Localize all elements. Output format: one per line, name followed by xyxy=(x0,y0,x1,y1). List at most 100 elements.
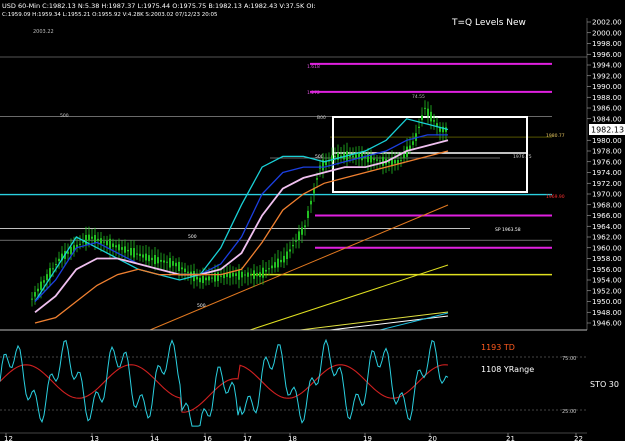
candle-body xyxy=(58,258,60,262)
candle-body xyxy=(79,243,81,245)
price-tick-label: 1986.00 xyxy=(592,104,622,113)
candle-body xyxy=(238,269,240,280)
level-label-500c: 500 xyxy=(197,303,206,309)
price-tick-label: 1956.00 xyxy=(592,265,622,274)
candle-body xyxy=(412,141,414,145)
indicator-td-label: 1193 TD xyxy=(481,343,515,352)
header-bar-line: C:1959.09 H:1959.34 L:1955.21 O:1955.92 … xyxy=(2,12,218,18)
candle-body xyxy=(271,265,273,269)
candle-body xyxy=(220,275,222,277)
candle-body xyxy=(334,155,336,157)
header-quote-line: USD 60-Min C:1982.13 N:5.38 H:1987.37 L:… xyxy=(2,2,316,10)
candle-body xyxy=(127,249,129,252)
level-label-500a: 500 xyxy=(60,113,69,119)
candle-body xyxy=(37,288,39,292)
level-label-b00: B00 xyxy=(317,115,326,121)
price-tick-label: 1962.00 xyxy=(592,233,622,242)
candle-body xyxy=(256,273,258,277)
candle-body xyxy=(301,227,303,235)
level-label-198077: 1980.77 xyxy=(546,133,565,139)
candle-body xyxy=(46,274,48,281)
chart-title: T=Q Levels New xyxy=(451,18,526,28)
candle-body xyxy=(433,120,435,122)
candle-body xyxy=(289,249,291,252)
candle-body xyxy=(331,155,333,162)
candle-body xyxy=(151,257,153,261)
candle-body xyxy=(43,280,45,283)
price-tick-label: 1980.00 xyxy=(592,136,622,145)
candle-body xyxy=(397,159,399,164)
candle-body xyxy=(166,261,168,263)
candle-body xyxy=(184,268,186,273)
candle-body xyxy=(142,254,144,258)
price-tick-label: 1994.00 xyxy=(592,61,622,70)
candle-body xyxy=(307,210,309,218)
candle-body xyxy=(52,268,54,270)
price-chart: USD 60-Min C:1982.13 N:5.38 H:1987.37 L:… xyxy=(0,0,625,441)
time-tick-label: 13 xyxy=(90,435,99,441)
candle-body xyxy=(250,274,252,276)
candle-body xyxy=(55,264,57,266)
candle-body xyxy=(187,271,189,273)
candle-body xyxy=(202,275,204,284)
candle-body xyxy=(247,272,249,277)
price-tick-label: 1984.00 xyxy=(592,114,622,123)
candle-body xyxy=(154,254,156,265)
price-tick-label: 1960.00 xyxy=(592,243,622,252)
level-label-197675: 1976.75 xyxy=(513,154,532,160)
candle-body xyxy=(421,115,423,120)
price-tick-label: 1988.00 xyxy=(592,93,622,102)
price-tick-label: 2002.00 xyxy=(592,18,622,27)
price-tick-label: 2000.00 xyxy=(592,28,622,37)
time-tick-label: 18 xyxy=(288,435,297,441)
candle-body xyxy=(133,248,135,258)
osc-tick-25: 25.00 xyxy=(562,409,576,415)
candle-body xyxy=(244,274,246,276)
price-tick-label: 1968.00 xyxy=(592,200,622,209)
candle-body xyxy=(148,255,150,262)
osc-tick-75: 75.00 xyxy=(562,356,576,362)
price-tick-label: 1990.00 xyxy=(592,82,622,91)
candle-body xyxy=(403,154,405,158)
candle-body xyxy=(118,244,120,251)
candle-body xyxy=(424,107,426,109)
current-price-label: 1982.13 xyxy=(591,126,624,135)
price-tick-label: 1974.00 xyxy=(592,168,622,177)
level-label-500b: 500 xyxy=(188,234,197,240)
candle-body xyxy=(259,272,261,278)
time-tick-label: 19 xyxy=(363,435,372,441)
candle-body xyxy=(145,253,147,261)
time-tick-label: 12 xyxy=(4,435,13,441)
candle-body xyxy=(268,268,270,270)
candle-body xyxy=(355,154,357,159)
candle-body xyxy=(277,258,279,268)
candle-body xyxy=(106,240,108,246)
price-tick-label: 1966.00 xyxy=(592,211,622,220)
price-tick-label: 1952.00 xyxy=(592,286,622,295)
candle-body xyxy=(175,262,177,267)
candle-body xyxy=(205,277,207,281)
time-tick-label: 21 xyxy=(506,435,515,441)
price-tick-label: 1950.00 xyxy=(592,297,622,306)
level-label-7455: 74.55 xyxy=(412,94,425,100)
price-tick-label: 1948.00 xyxy=(592,308,622,317)
candle-body xyxy=(121,247,123,250)
candle-body xyxy=(109,238,111,250)
candle-body xyxy=(112,243,114,247)
candle-body xyxy=(283,255,285,263)
candle-body xyxy=(181,267,183,270)
candle-body xyxy=(430,111,432,122)
candle-body xyxy=(316,178,318,180)
candle-body xyxy=(85,234,87,245)
candle-body xyxy=(100,238,102,244)
price-tick-label: 1998.00 xyxy=(592,39,622,48)
candle-body xyxy=(286,251,288,260)
time-tick-label: 20 xyxy=(428,435,437,441)
candle-body xyxy=(295,240,297,242)
candle-body xyxy=(280,259,282,263)
level-label-sp: SP 1963.58 xyxy=(495,227,521,233)
candle-body xyxy=(199,277,201,283)
time-tick-label: 16 xyxy=(203,435,212,441)
candle-body xyxy=(274,262,276,268)
candle-body xyxy=(163,260,165,263)
